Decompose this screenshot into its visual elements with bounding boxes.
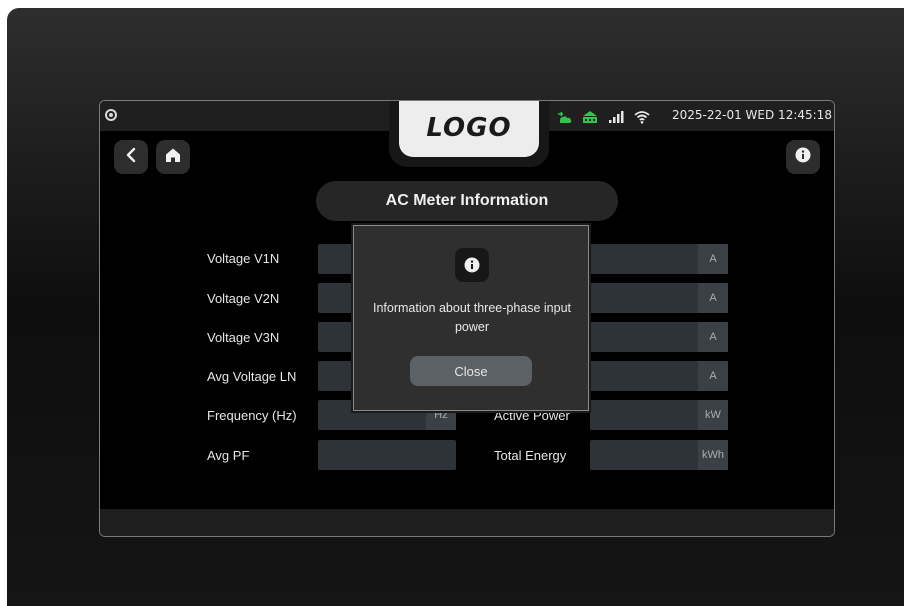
row-label: Frequency (Hz) [207, 408, 297, 423]
unit-label: A [698, 322, 728, 352]
row-label: Avg Voltage LN [207, 369, 297, 384]
camera-icon [105, 109, 117, 121]
unit-label: kWh [698, 440, 728, 470]
avg-pf-field [318, 440, 456, 470]
home-icon [165, 147, 181, 168]
row-label: Total Energy [494, 448, 567, 463]
active-power-field: kW [590, 400, 728, 430]
current-3-field: A [590, 322, 728, 352]
cloud-sync-icon [556, 110, 572, 124]
chevron-left-icon [124, 147, 138, 168]
page-title: AC Meter Information [316, 181, 618, 221]
dialog-message: Information about three-phase input powe… [372, 301, 572, 334]
close-button[interactable]: Close [410, 356, 532, 386]
back-button[interactable] [114, 140, 148, 174]
unit-label: A [698, 244, 728, 274]
row-label: Voltage V1N [207, 251, 280, 266]
row-label: Avg PF [207, 448, 250, 463]
signal-bars-icon [608, 110, 624, 124]
network-icon [582, 110, 598, 124]
current-2-field: A [590, 283, 728, 313]
row-label: Voltage V2N [207, 291, 280, 306]
unit-label: kW [698, 400, 728, 430]
home-button[interactable] [156, 140, 190, 174]
info-icon [795, 147, 811, 168]
row-label: Voltage V3N [207, 330, 280, 345]
wifi-icon [634, 110, 650, 124]
unit-label: A [698, 283, 728, 313]
status-datetime: 2025-22-01 WED 12:45:18 [672, 108, 832, 122]
avg-current-field: A [590, 361, 728, 391]
current-1-field: A [590, 244, 728, 274]
info-button[interactable] [786, 140, 820, 174]
status-icons [556, 109, 650, 125]
device-frame: 2025-22-01 WED 12:45:18 LOGO AC Meter In… [7, 8, 904, 606]
screen: 2025-22-01 WED 12:45:18 LOGO AC Meter In… [99, 100, 835, 537]
unit-label: A [698, 361, 728, 391]
dialog-info-icon [455, 248, 489, 282]
logo: LOGO [399, 101, 539, 157]
logo-tab: LOGO [389, 101, 549, 167]
info-dialog: Information about three-phase input powe… [353, 225, 589, 411]
total-energy-field: kWh [590, 440, 728, 470]
bottom-bar [100, 509, 834, 536]
